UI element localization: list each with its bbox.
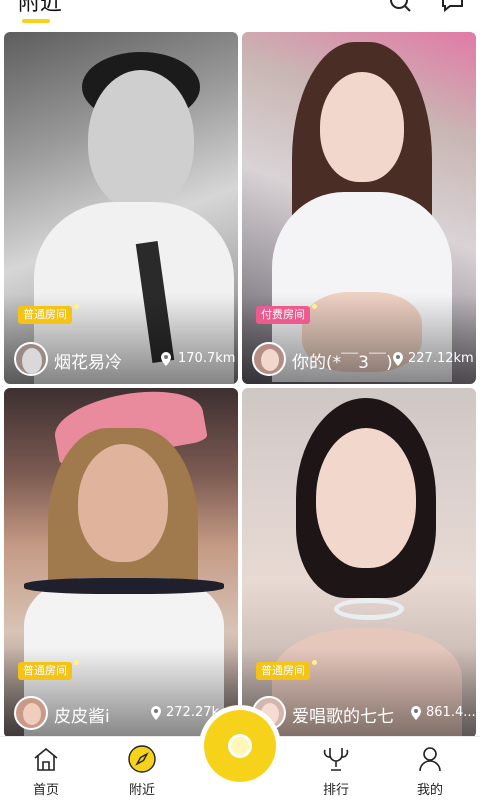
room-cover-photo [242,32,476,384]
sparkle-icon [312,304,317,309]
nav-label-nearby: 附近 [128,783,155,798]
trophy-icon [323,748,349,771]
card-footer: 爱唱歌的七七 861.4... [252,696,476,730]
room-cover-photo [242,388,476,738]
nav-item-mine[interactable]: 我的 [400,737,460,800]
distance-label: 861.4... [426,705,476,720]
nav-item-nearby[interactable]: 附近 [112,737,172,800]
room-cover-photo [4,32,238,384]
card-footer: 烟花易冷 170.7km [14,342,235,376]
host-name: 爱唱歌的七七 [292,707,394,727]
room-type-badge: 普通房间 [18,662,72,680]
message-icon[interactable] [440,0,466,16]
sparkle-icon [74,660,79,665]
search-icon[interactable] [388,0,414,16]
nav-label-home: 首页 [32,783,59,798]
host-name: 你的(*￣3￣) [292,353,393,373]
location-pin-icon [161,352,171,366]
home-icon [34,747,58,771]
nav-label-rank: 排行 [322,783,349,798]
card-footer: 皮皮酱i 272.27k [14,696,230,730]
active-tab-indicator [22,19,50,23]
sparkle-icon [74,304,79,309]
location-pin-icon [393,352,403,366]
room-card[interactable]: 普通房间 爱唱歌的七七 861.4... [242,388,476,738]
room-type-badge: 普通房间 [256,662,310,680]
live-dot-icon [228,734,252,758]
host-name: 烟花易冷 [54,353,122,373]
room-card[interactable]: 普通房间 皮皮酱i 272.27k [4,388,238,738]
nav-label-mine: 我的 [416,783,443,798]
compass-icon [128,745,156,773]
nav-item-rank[interactable]: 排行 [306,737,366,800]
room-grid: 普通房间 烟花易冷 170.7km 付费房间 你的(*￣3￣) 227.12km… [0,30,480,738]
tab-nearby[interactable]: 附近 [18,0,62,16]
location-pin-icon [151,706,161,720]
avatar [252,342,286,376]
distance-label: 170.7km [178,351,236,366]
user-icon [419,747,441,772]
location-pin-icon [411,706,421,720]
top-bar: 附近 [0,0,480,28]
room-card[interactable]: 付费房间 你的(*￣3￣) 227.12km [242,32,476,384]
nav-item-home[interactable]: 首页 [16,737,76,800]
room-type-badge: 付费房间 [256,306,310,324]
sparkle-icon [312,660,317,665]
avatar [14,342,48,376]
room-type-badge: 普通房间 [18,306,72,324]
room-cover-photo [4,388,238,738]
go-live-button[interactable] [199,705,281,787]
room-card[interactable]: 普通房间 烟花易冷 170.7km [4,32,238,384]
host-name: 皮皮酱i [54,707,110,727]
card-footer: 你的(*￣3￣) 227.12km [252,342,474,376]
distance-label: 227.12km [408,351,474,366]
avatar [14,696,48,730]
